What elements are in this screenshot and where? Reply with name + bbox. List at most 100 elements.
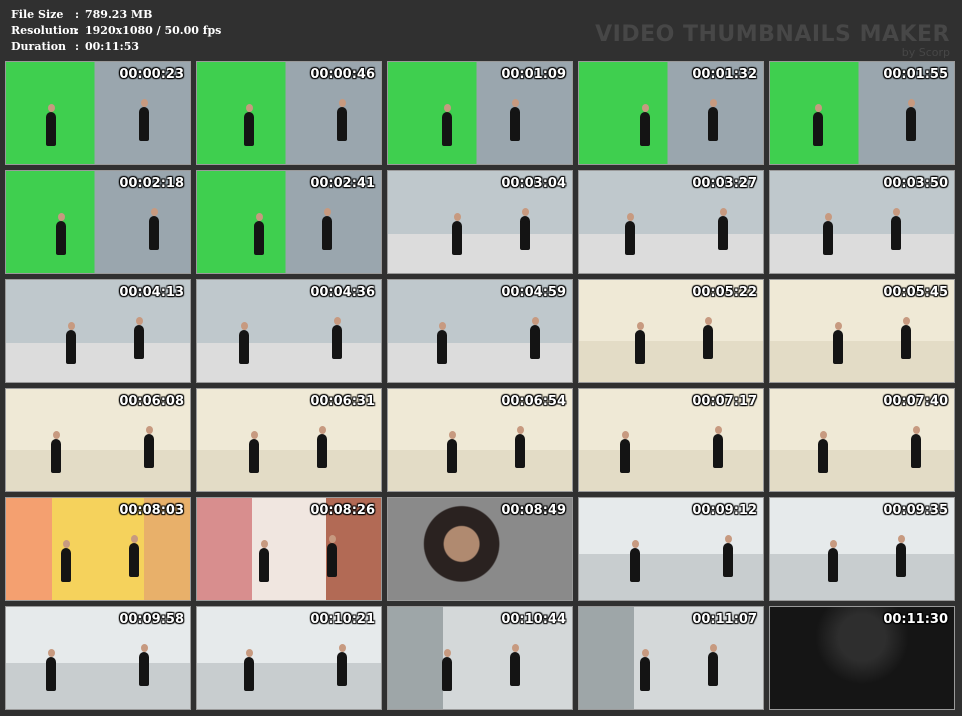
person-silhouette [139,644,149,686]
file-info: File Size : 789.23 MB Resolution : 1920x… [11,7,221,55]
person-silhouette [322,208,332,250]
timestamp: 00:06:08 [119,394,184,409]
thumbnail: 00:03:27 [578,170,764,274]
person-silhouette [813,104,823,146]
file-size-value: 789.23 MB [85,8,153,21]
timestamp: 00:04:59 [501,285,566,300]
person-silhouette [46,649,56,691]
person-silhouette [896,535,906,577]
person-silhouette [640,649,650,691]
thumbnail: 00:03:50 [769,170,955,274]
timestamp: 00:09:12 [692,503,757,518]
timestamp: 00:11:30 [883,612,948,627]
person-silhouette [901,317,911,359]
thumbnail: 00:11:30 [769,606,955,710]
person-silhouette [625,213,635,255]
colon: : [75,8,80,21]
thumbnail: 00:11:07 [578,606,764,710]
person-silhouette [515,426,525,468]
person-silhouette [46,104,56,146]
timestamp: 00:01:55 [883,67,948,82]
person-silhouette [51,431,61,473]
person-silhouette [635,322,645,364]
thumbnail: 00:06:08 [5,388,191,492]
thumbnail: 00:01:09 [387,61,573,165]
timestamp: 00:03:27 [692,176,757,191]
person-silhouette [244,104,254,146]
person-silhouette [61,540,71,582]
timestamp: 00:06:31 [310,394,375,409]
timestamp: 00:01:09 [501,67,566,82]
file-size-label: File Size [11,8,64,21]
thumbnail: 00:02:41 [196,170,382,274]
timestamp: 00:08:26 [310,503,375,518]
thumbnail: 00:09:12 [578,497,764,601]
timestamp: 00:04:13 [119,285,184,300]
person-silhouette [254,213,264,255]
thumbnail: 00:00:46 [196,61,382,165]
person-silhouette [530,317,540,359]
resolution-row: Resolution : 1920x1080 / 50.00 fps [11,23,221,39]
thumbnail: 00:08:03 [5,497,191,601]
person-silhouette [139,99,149,141]
thumbnail: 00:00:23 [5,61,191,165]
person-silhouette [891,208,901,250]
person-silhouette [620,431,630,473]
thumbnail: 00:05:22 [578,279,764,383]
timestamp: 00:05:22 [692,285,757,300]
timestamp: 00:10:44 [501,612,566,627]
person-silhouette [327,535,337,577]
watermark-subtitle: by Scorp [901,46,950,59]
thumbnail: 00:03:04 [387,170,573,274]
timestamp: 00:00:46 [310,67,375,82]
thumbnail: 00:01:32 [578,61,764,165]
thumbnail: 00:04:13 [5,279,191,383]
person-silhouette [703,317,713,359]
timestamp: 00:03:04 [501,176,566,191]
person-silhouette [911,426,921,468]
thumbnail: 00:06:54 [387,388,573,492]
timestamp: 00:01:32 [692,67,757,82]
duration-row: Duration : 00:11:53 [11,39,221,55]
person-silhouette [828,540,838,582]
thumbnail: 00:05:45 [769,279,955,383]
person-silhouette [239,322,249,364]
person-silhouette [442,649,452,691]
person-silhouette [317,426,327,468]
person-silhouette [129,535,139,577]
thumbnail: 00:02:18 [5,170,191,274]
thumbnail: 00:07:17 [578,388,764,492]
person-silhouette [337,99,347,141]
thumbnail: 00:10:44 [387,606,573,710]
person-silhouette [447,431,457,473]
person-silhouette [332,317,342,359]
person-silhouette [437,322,447,364]
person-silhouette [56,213,66,255]
person-silhouette [630,540,640,582]
thumbnail: 00:09:58 [5,606,191,710]
person-silhouette [452,213,462,255]
person-silhouette [823,213,833,255]
thumbnail: 00:07:40 [769,388,955,492]
timestamp: 00:08:03 [119,503,184,518]
thumbnail-grid: 00:00:23 00:00:46 00:01:09 00:01:32 00:01:55… [5,61,955,710]
resolution-value: 1920x1080 / 50.00 fps [85,24,222,37]
person-silhouette [713,426,723,468]
thumbnail: 00:09:35 [769,497,955,601]
person-silhouette [66,322,76,364]
person-silhouette [718,208,728,250]
thumbnail: 00:04:36 [196,279,382,383]
duration-label: Duration [11,40,67,53]
watermark-title: VIDEO THUMBNAILS MAKER [595,22,950,47]
colon: : [75,24,80,37]
person-silhouette [723,535,733,577]
person-silhouette [708,644,718,686]
timestamp: 00:05:45 [883,285,948,300]
timestamp: 00:03:50 [883,176,948,191]
timestamp: 00:09:58 [119,612,184,627]
person-silhouette [708,99,718,141]
timestamp: 00:02:41 [310,176,375,191]
timestamp: 00:00:23 [119,67,184,82]
thumbnail: 00:08:26 [196,497,382,601]
timestamp: 00:07:40 [883,394,948,409]
